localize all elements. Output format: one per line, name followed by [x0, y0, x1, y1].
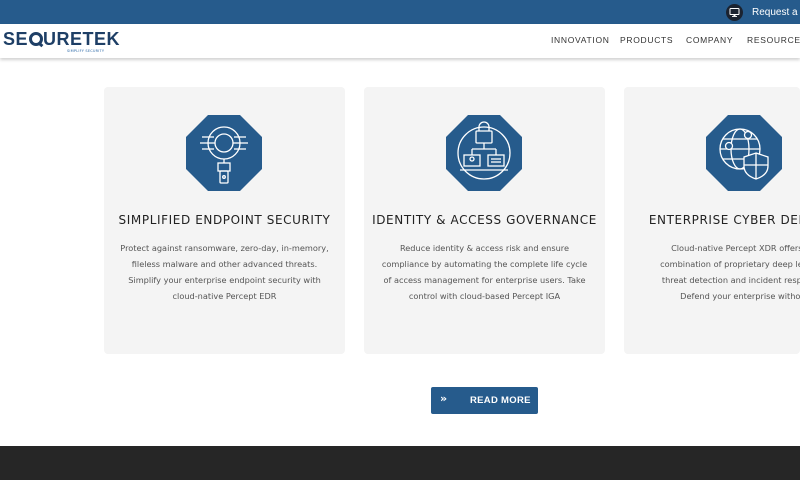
- request-demo-label: Request a Demo: [752, 6, 800, 18]
- main-header: SE URETEK SIMPLIFY SECURITY: [0, 24, 800, 58]
- feature-card-identity: IDENTITY & ACCESS GOVERNANCE Reduce iden…: [364, 87, 605, 354]
- nav-innovation[interactable]: INNOVATION: [551, 35, 610, 45]
- logo-text-end: URETEK: [43, 29, 121, 49]
- top-bar: Request a Demo: [0, 0, 800, 24]
- card-line: Reduce identity & access risk and ensure: [399, 243, 570, 253]
- footer: [0, 446, 800, 480]
- card-line: of access management for enterprise user…: [383, 275, 586, 285]
- globe-shield-icon: [704, 113, 784, 193]
- card-title: SIMPLIFIED ENDPOINT SECURITY: [118, 213, 331, 227]
- card-line: combination of proprietary deep learning: [660, 259, 800, 269]
- card-line: Defend your enterprise without: [680, 291, 800, 301]
- feature-card-cyber-defense: ENTERPRISE CYBER DEFENSE Cloud-native Pe…: [624, 87, 800, 354]
- logo-text-start: SE: [3, 29, 29, 49]
- card-line: Cloud-native Percept XDR offers a u: [671, 243, 800, 253]
- double-chevron-icon: »: [440, 392, 448, 405]
- logo-q-mark: [28, 32, 43, 46]
- card-line: Simplify your enterprise endpoint securi…: [128, 275, 321, 285]
- sequretek-logo[interactable]: SE URETEK SIMPLIFY SECURITY: [3, 29, 121, 53]
- card-line: compliance by automating the complete li…: [381, 259, 588, 269]
- card-title: IDENTITY & ACCESS GOVERNANCE: [372, 213, 597, 227]
- logo-tagline: SIMPLIFY SECURITY: [67, 49, 105, 53]
- card-line: cloud-native Percept EDR: [172, 291, 277, 301]
- read-more-button[interactable]: » READ MORE: [431, 387, 538, 414]
- feature-card-endpoint: SIMPLIFIED ENDPOINT SECURITY Protect aga…: [104, 87, 345, 354]
- card-description: Reduce identity & access risk and ensure…: [374, 240, 595, 304]
- card-description: Cloud-native Percept XDR offers a u comb…: [634, 240, 800, 304]
- card-description: Protect against ransomware, zero-day, in…: [114, 240, 335, 304]
- card-line: Protect against ransomware, zero-day, in…: [120, 243, 329, 253]
- card-line: threat detection and incident response t: [661, 275, 800, 285]
- card-title: ENTERPRISE CYBER DEFENSE: [648, 213, 800, 227]
- nav-company[interactable]: COMPANY: [686, 35, 733, 45]
- nav-resources[interactable]: RESOURCES: [747, 35, 800, 45]
- endpoint-scan-icon: [184, 113, 264, 193]
- read-more-label: READ MORE: [470, 395, 531, 406]
- card-line: control with cloud-based Percept IGA: [408, 291, 561, 301]
- card-line: fileless malware and other advanced thre…: [131, 259, 318, 269]
- identity-lock-icon: [444, 113, 524, 193]
- screen-icon: [726, 3, 743, 21]
- request-demo-link[interactable]: Request a Demo: [726, 2, 800, 22]
- nav-products[interactable]: PRODUCTS: [620, 35, 673, 45]
